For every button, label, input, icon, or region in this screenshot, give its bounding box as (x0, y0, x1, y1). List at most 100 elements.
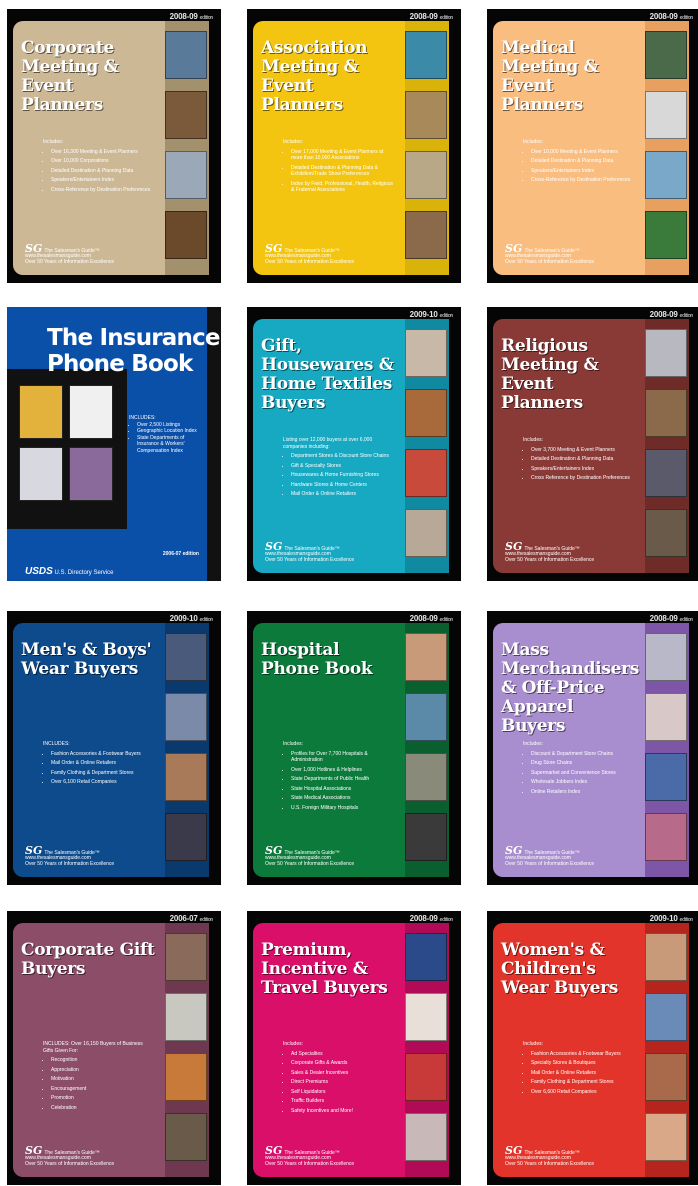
cover-photo (645, 389, 687, 437)
cover-photo (405, 1053, 447, 1101)
photo-strip (645, 623, 689, 877)
includes-list: Includes: Profiles for Over 7,700 Hospita… (283, 741, 393, 814)
cover-photo (165, 993, 207, 1041)
book-cover[interactable]: 2009-10 edition Gift, Housewares & Home T… (247, 307, 461, 581)
publisher-tagline: Over 50 Years of Information Excellence (265, 860, 355, 867)
cover-photo (645, 509, 687, 557)
edition-year: 2009-10 (649, 914, 678, 923)
book-title: Men's & Boys' Wear Buyers (21, 640, 152, 679)
includes-item: Over 1,000 Hotlines & Helplines (291, 767, 393, 774)
publisher-logo: SG The Salesman's Guide™ www.thesalesmansg… (25, 1145, 114, 1168)
publisher-tagline: Over 50 Years of Information Excellence (505, 860, 595, 867)
includes-item: Mail Order & Online Retailers (291, 491, 393, 498)
book-cover[interactable]: 2009-10 edition Women's & Children's Wear… (487, 911, 698, 1185)
includes-item: Speakers/Entertainers Index (531, 466, 633, 473)
includes-item: Self Liquidators (291, 1089, 393, 1096)
usds-logo: USDS (25, 566, 53, 577)
publisher-logo: SG The Salesman's Guide™ www.thesalesmansg… (505, 845, 595, 868)
edition-label: 2008-09 edition (409, 914, 454, 923)
includes-list: Includes: Ad Specialties Corporate Gifts &… (283, 1041, 393, 1117)
edition-label: 2009-10 edition (409, 310, 454, 319)
book-cover[interactable]: 2008-09 edition Medical Meeting & Event P… (487, 9, 698, 283)
photo-strip (645, 923, 689, 1177)
includes-item: Cross-Reference by Destination Preferenc… (531, 177, 633, 184)
includes-item: State Hospital Associations (291, 786, 393, 793)
publisher-tagline: Over 50 Years of Information Excellence (25, 860, 115, 867)
includes-item: Direct Premiums (291, 1079, 393, 1086)
includes-list: Includes: Fashion Accessories & Footwear … (523, 1041, 633, 1098)
edition-label: 2008-09 edition (410, 614, 454, 623)
cover-photo (405, 151, 447, 199)
includes-label: Includes: (283, 139, 304, 145)
book-title: Gift, Housewares & Home Textiles Buyers (261, 336, 394, 413)
cover-photo (645, 329, 687, 377)
book-title: Corporate Meeting & Event Planners (21, 38, 119, 115)
includes-list: INCLUDES:Over 2,500 ListingsGeographic L… (129, 415, 207, 454)
cover-photo (405, 753, 447, 801)
publisher-logo: SG The Salesman's Guide™ www.thesalesmansg… (25, 845, 115, 868)
includes-label: Includes: (523, 437, 544, 443)
edition-label: 2006-07 edition (162, 551, 199, 557)
includes-item: Department Stores & Discount Store Chain… (291, 453, 393, 460)
edition-year: 2009-10 (409, 310, 438, 319)
includes-list: INCLUDES: Fashion Accessories & Footwear … (43, 741, 153, 789)
cover-photo (645, 693, 687, 741)
cover-panel: Men's & Boys' Wear Buyers INCLUDES: Fashio… (13, 623, 209, 877)
cover-photo (165, 693, 207, 741)
book-cover[interactable]: 2008-09 edition Religious Meeting & Event… (487, 307, 698, 581)
book-title: Religious Meeting & Event Planners (501, 336, 599, 413)
includes-item: Family Clothing & Department Stores (51, 770, 153, 777)
book-cover[interactable]: 2009-10 edition Men's & Boys' Wear Buyers… (7, 611, 221, 885)
includes-label: Includes: (523, 1041, 544, 1047)
edition-year: 2008-09 (649, 614, 678, 623)
photo-strip (165, 21, 209, 275)
includes-item: Cross-Reference by Destination Preferenc… (51, 187, 153, 194)
book-title: Corporate Gift Buyers (21, 940, 155, 979)
includes-item: Promotion (51, 1095, 153, 1102)
includes-item: Geographic Location Index (137, 428, 207, 435)
book-title: Premium, Incentive & Travel Buyers (261, 940, 388, 998)
cover-panel: Gift, Housewares & Home Textiles Buyers L… (253, 319, 449, 573)
book-title: Hospital Phone Book (261, 640, 373, 679)
publisher-tagline: Over 50 Years of Information Excellence (505, 556, 595, 563)
cover-photo (405, 449, 447, 497)
includes-item: Celebration (51, 1105, 153, 1112)
photo-strip (405, 923, 449, 1177)
cover-photo (405, 933, 447, 981)
cover-photo (645, 1053, 687, 1101)
includes-item: Ad Specialties (291, 1051, 393, 1058)
book-cover[interactable]: The Insurance Phone Book INCLUDES:Over 2,… (7, 307, 221, 581)
includes-item: Over 10,000 Meeting & Event Planners (531, 149, 633, 156)
cover-photo (645, 151, 687, 199)
cover-panel: Corporate Meeting & Event Planners Includ… (13, 21, 209, 275)
cover-panel: Mass Merchandisers & Off-Price Apparel B… (493, 623, 689, 877)
edition-label: 2009-10 edition (649, 914, 694, 923)
publisher-logo: SG The Salesman's Guide™ www.thesalesmansg… (505, 1145, 594, 1168)
book-cover[interactable]: 2008-09 edition Mass Merchandisers & Off-… (487, 611, 698, 885)
book-cover[interactable]: 2008-09 edition Corporate Meeting & Event… (7, 9, 221, 283)
book-cover[interactable]: 2008-09 edition Premium, Incentive & Trav… (247, 911, 461, 1185)
cover-panel: Religious Meeting & Event Planners Includ… (493, 319, 689, 573)
includes-item: Specialty Stores & Boutiques (531, 1060, 633, 1067)
edition-label: 2009-10 edition (169, 614, 214, 623)
cover-photo (165, 1053, 207, 1101)
book-cover[interactable]: 2008-09 edition Association Meeting & Eve… (247, 9, 461, 283)
book-cover[interactable]: 2006-07 edition Corporate Gift Buyers INCL… (7, 911, 221, 1185)
includes-item: Speakers/Entertainers Index (51, 177, 153, 184)
publisher-logo: USDS U.S. Directory Service (25, 566, 113, 577)
edition-year: 2009-10 (169, 614, 198, 623)
publisher-logo: SG The Salesman's Guide™ www.thesalesmansg… (505, 541, 595, 564)
includes-item: Sales & Dealer Incentives (291, 1070, 393, 1077)
photo-strip (405, 623, 449, 877)
photo-strip (405, 319, 449, 573)
cover-photo (165, 211, 207, 259)
publisher-tagline: Over 50 Years of Information Excellence (265, 1160, 355, 1167)
cover-panel: Women's & Children's Wear Buyers Includes… (493, 923, 689, 1177)
cover-photo (165, 91, 207, 139)
includes-item: Over 6,600 Retail Companies (531, 1089, 633, 1096)
cover-photo (405, 31, 447, 79)
publisher-tagline: Over 50 Years of Information Excellence (265, 556, 355, 563)
usds-text: U.S. Directory Service (54, 570, 114, 576)
edition-year: 2008-09 (409, 914, 438, 923)
book-cover[interactable]: 2008-09 edition Hospital Phone Book Includ… (247, 611, 461, 885)
